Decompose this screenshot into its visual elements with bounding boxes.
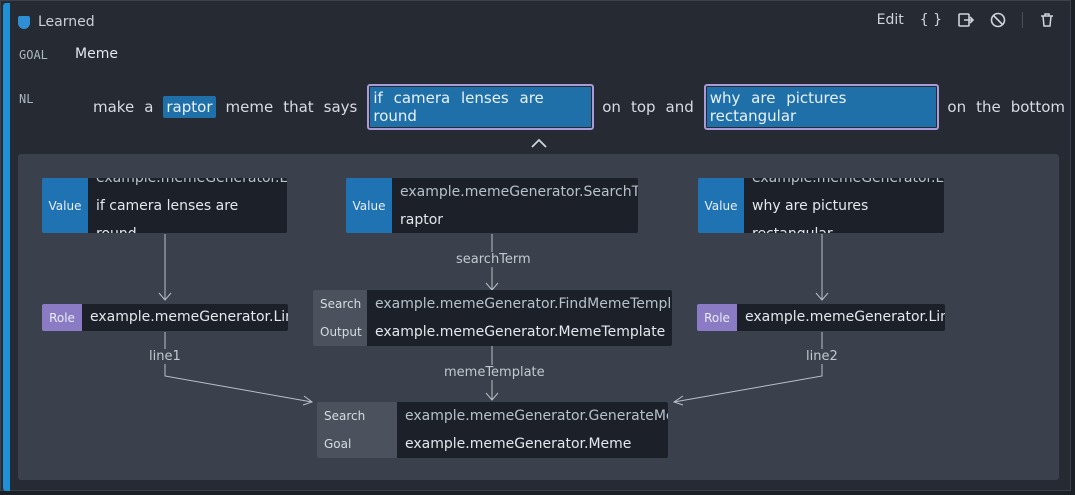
accent-bar (3, 3, 10, 491)
edge-label-line1: line1 (147, 349, 183, 364)
value-tag: Value (42, 178, 88, 233)
collapse-chevron-up-icon[interactable] (530, 136, 548, 150)
search-tag: Search (320, 297, 362, 311)
role-tag: Role (697, 304, 737, 331)
edge-label-line2: line2 (804, 349, 840, 364)
value-text: raptor (400, 211, 444, 228)
nl-span-line2-text: why are pictures rectangular (706, 87, 937, 127)
search-node-findmemetemplates[interactable]: Search Output example.memeGenerator.Find… (313, 290, 672, 346)
role-node-line2[interactable]: Role example.memeGenerator.Line2 (697, 304, 945, 331)
role-node-line1[interactable]: Role example.memeGenerator.Line1 (42, 304, 288, 331)
output-tag: Output (320, 325, 362, 339)
search-output: example.memeGenerator.Meme (405, 436, 632, 452)
value-node-line-2[interactable]: Value example.memeGenerator.Line why are… (698, 178, 944, 233)
value-tag: Value (346, 178, 392, 233)
value-text: if camera lenses are round (96, 197, 239, 234)
search-output: example.memeGenerator.MemeTemplate (375, 324, 666, 340)
nl-word: that (283, 98, 314, 116)
edge-label-memetemplate: memeTemplate (442, 365, 547, 380)
panel-title: Learned (18, 14, 95, 30)
nl-word: make (93, 98, 135, 116)
nl-word: bottom (1010, 98, 1065, 116)
value-node-searchterm[interactable]: Value example.memeGenerator.SearchTerm r… (346, 178, 638, 233)
value-text: why are pictures rectangular (752, 197, 869, 234)
goal-value: Meme (75, 46, 118, 62)
value-type: example.memeGenerator.Line (96, 178, 287, 192)
nl-word: the (976, 98, 1001, 116)
nl-word: on (602, 98, 621, 116)
search-type: example.memeGenerator.FindMemeTemplates (375, 296, 672, 312)
nl-word: a (144, 98, 154, 116)
nl-word: says (323, 98, 358, 116)
toolbar: Edit { } (877, 12, 1055, 28)
role-tag: Role (42, 304, 82, 331)
panel-title-label: Learned (38, 14, 95, 30)
edge-label-searchterm: searchTerm (454, 252, 533, 267)
nl-word: top (630, 98, 656, 116)
value-node-line[interactable]: Value example.memeGenerator.Line if came… (42, 178, 287, 233)
nl-span-line1[interactable]: if camera lenses are round (367, 84, 595, 130)
value-type: example.memeGenerator.Line (752, 178, 944, 192)
plan-graph: Value example.memeGenerator.Line if came… (18, 154, 1059, 480)
nl-sentence: make a raptor meme that says if camera l… (93, 84, 1075, 130)
role-text: example.memeGenerator.Line2 (745, 309, 945, 325)
export-icon[interactable] (958, 12, 975, 28)
json-button[interactable]: { } (920, 12, 942, 28)
search-node-generatememe[interactable]: Search Goal Output example.memeGenerator… (317, 402, 668, 458)
panel-header: Learned Edit { } (18, 12, 1065, 34)
search-tag: Search (324, 409, 366, 423)
value-tag: Value (698, 178, 744, 233)
nl-span-line1-text: if camera lenses are round (370, 87, 592, 127)
nl-word: on (947, 98, 967, 116)
nl-word: and (665, 98, 694, 116)
nl-label: NL (19, 92, 34, 106)
disable-icon[interactable] (990, 12, 1006, 28)
role-text: example.memeGenerator.Line1 (90, 309, 288, 325)
nl-highlight-raptor[interactable]: raptor (163, 96, 216, 118)
value-type: example.memeGenerator.SearchTerm (400, 183, 638, 200)
nl-span-line2[interactable]: why are pictures rectangular (703, 84, 940, 130)
goal-output-tag: Goal Output (324, 437, 352, 451)
trash-icon[interactable] (1039, 12, 1055, 28)
learned-badge-icon (18, 15, 30, 29)
toolbar-divider (1022, 12, 1023, 28)
edit-button[interactable]: Edit (877, 12, 904, 28)
goal-label: GOAL (19, 48, 48, 62)
search-type: example.memeGenerator.GenerateMeme (405, 408, 668, 424)
nl-word: meme (225, 98, 274, 116)
